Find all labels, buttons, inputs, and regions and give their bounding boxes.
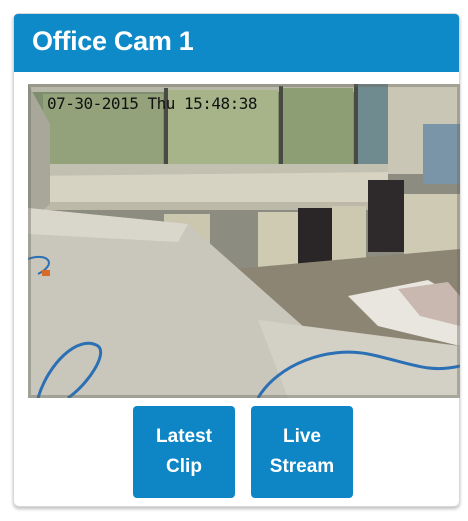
live-stream-label-line1: Live [282,426,322,447]
live-stream-label-line2: Stream [269,456,335,477]
latest-clip-label-line2: Clip [166,456,202,477]
camera-header: Office Cam 1 [14,14,459,72]
latest-clip-button[interactable]: Latest Clip [133,406,235,498]
camera-snapshot: 07-30-2015 Thu 15:48:38 [28,84,460,398]
latest-clip-label-line1: Latest [156,426,212,447]
live-stream-button[interactable]: Live Stream [251,406,353,498]
camera-timestamp: 07-30-2015 Thu 15:48:38 [47,94,258,113]
camera-title: Office Cam 1 [32,26,194,56]
office-scene-image [28,84,460,398]
